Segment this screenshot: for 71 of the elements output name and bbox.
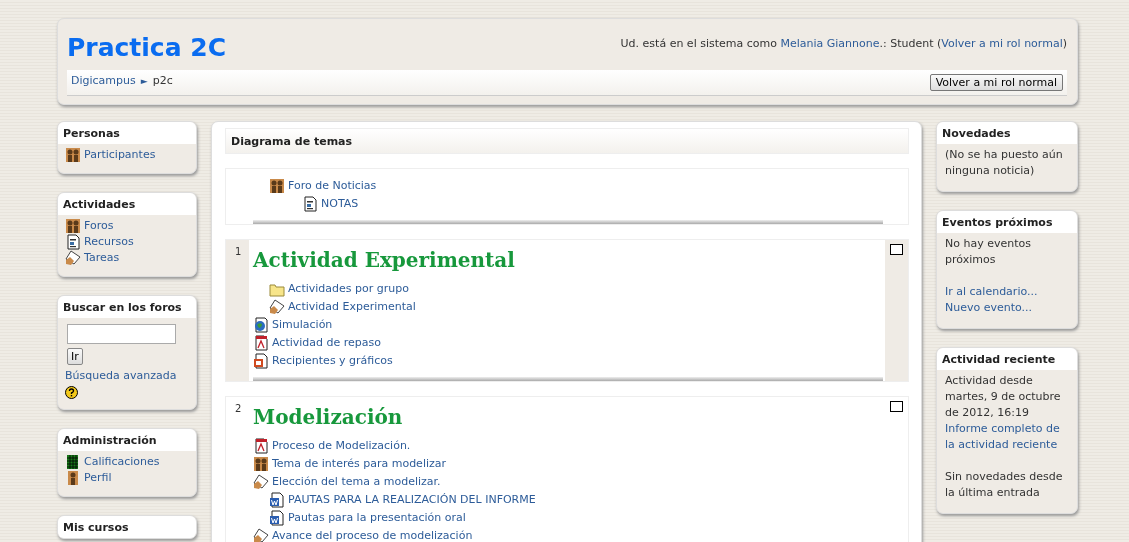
activity-link[interactable]: Simulación (272, 316, 333, 334)
person-icon (65, 470, 81, 486)
activity-link[interactable]: Tema de interés para modelizar (272, 455, 447, 473)
advanced-search-link[interactable]: Búsqueda avanzada (65, 369, 177, 382)
return-role-button[interactable]: Volver a mi rol normal (929, 74, 1063, 91)
pdf-icon (253, 335, 269, 351)
highlight-toggle-icon[interactable] (890, 244, 903, 255)
folder-icon (269, 281, 285, 297)
block-text: Actividad desde martes, 9 de octubre de 2012, 16:19 (945, 373, 1062, 421)
block-title: Novedades (937, 122, 1077, 144)
activity-link[interactable]: Actividades por grupo (288, 280, 409, 298)
section-title: Modelización (253, 405, 404, 429)
go-button[interactable]: Ir (67, 348, 83, 365)
block-title: Eventos próximos (937, 211, 1077, 233)
block-title: Administración (58, 429, 196, 451)
globe-document-icon (253, 317, 269, 333)
block-title: Actividad reciente (937, 348, 1077, 370)
people-icon (65, 147, 81, 163)
section-header: Diagrama de temas (225, 128, 909, 154)
section-number: 1 (235, 246, 242, 257)
block-title: Actividades (58, 193, 196, 215)
activity-link[interactable]: Pautas para la presentación oral (288, 509, 466, 527)
breadcrumb-current: p2c (152, 74, 173, 88)
breadcrumb-separator: ► (140, 75, 148, 88)
activity-link[interactable]: Elección del tema a modelizar. (272, 473, 441, 491)
activity-link[interactable]: Actividad de repaso (272, 334, 381, 352)
block-link[interactable]: Ir al calendario... (945, 284, 1071, 300)
hand-paper-icon (65, 250, 81, 266)
document-icon (302, 196, 318, 212)
breadcrumb-link[interactable]: Digicampus (71, 74, 136, 88)
people-icon (269, 178, 285, 194)
block-link[interactable]: Nuevo evento... (945, 300, 1071, 316)
block-text: No hay eventos próximos (945, 236, 1032, 268)
block-title: Mis cursos (58, 516, 196, 538)
help-icon[interactable] (65, 386, 78, 399)
word-document-icon (269, 492, 285, 508)
block-link[interactable]: Calificaciones (84, 454, 160, 470)
block-title: Personas (58, 122, 196, 144)
block-link[interactable]: Recursos (84, 234, 134, 250)
block-text: (No se ha puesto aún ninguna noticia) (945, 147, 1064, 179)
block-link[interactable]: Participantes (84, 147, 156, 163)
highlight-toggle-icon[interactable] (890, 401, 903, 412)
block-link[interactable]: Informe completo de la actividad reciente (945, 421, 1071, 453)
section-number: 2 (235, 403, 242, 414)
people-icon (253, 456, 269, 472)
block-title: Buscar en los foros (58, 296, 196, 318)
activity-link[interactable]: Recipientes y gráficos (272, 352, 393, 370)
user-link[interactable]: Melania Giannone (780, 37, 880, 50)
block-text: Sin novedades desde la última entrada (945, 469, 1064, 501)
hand-paper-icon (269, 299, 285, 315)
activity-link[interactable]: Actividad Experimental (288, 298, 416, 316)
pdf-icon (253, 438, 269, 454)
activity-link[interactable]: PAUTAS PARA LA REALIZACIÓN DEL INFORME (288, 491, 536, 509)
hand-paper-icon (253, 474, 269, 490)
word-document-icon (269, 510, 285, 526)
role-link[interactable]: Volver a mi rol normal (941, 37, 1063, 50)
document-icon (65, 234, 81, 250)
activity-link[interactable]: Foro de Noticias (288, 177, 377, 195)
section-title: Actividad Experimental (253, 248, 516, 272)
activity-link[interactable]: NOTAS (321, 195, 359, 213)
search-field[interactable] (67, 324, 176, 344)
block-link[interactable]: Tareas (84, 250, 120, 266)
login-info: Ud. está en el sistema como Melania Giannone.: Student (Volver a mi rol normal) (620, 37, 1067, 50)
grid-icon (65, 454, 81, 470)
block-link[interactable]: Foros (84, 218, 114, 234)
activity-link[interactable]: Proceso de Modelización. (272, 437, 411, 455)
block-link[interactable]: Perfil (84, 470, 112, 486)
slides-icon (253, 353, 269, 369)
activity-link[interactable]: Avance del proceso de modelización (272, 527, 473, 542)
site-title: Practica 2C (67, 33, 226, 62)
people-icon (65, 218, 81, 234)
